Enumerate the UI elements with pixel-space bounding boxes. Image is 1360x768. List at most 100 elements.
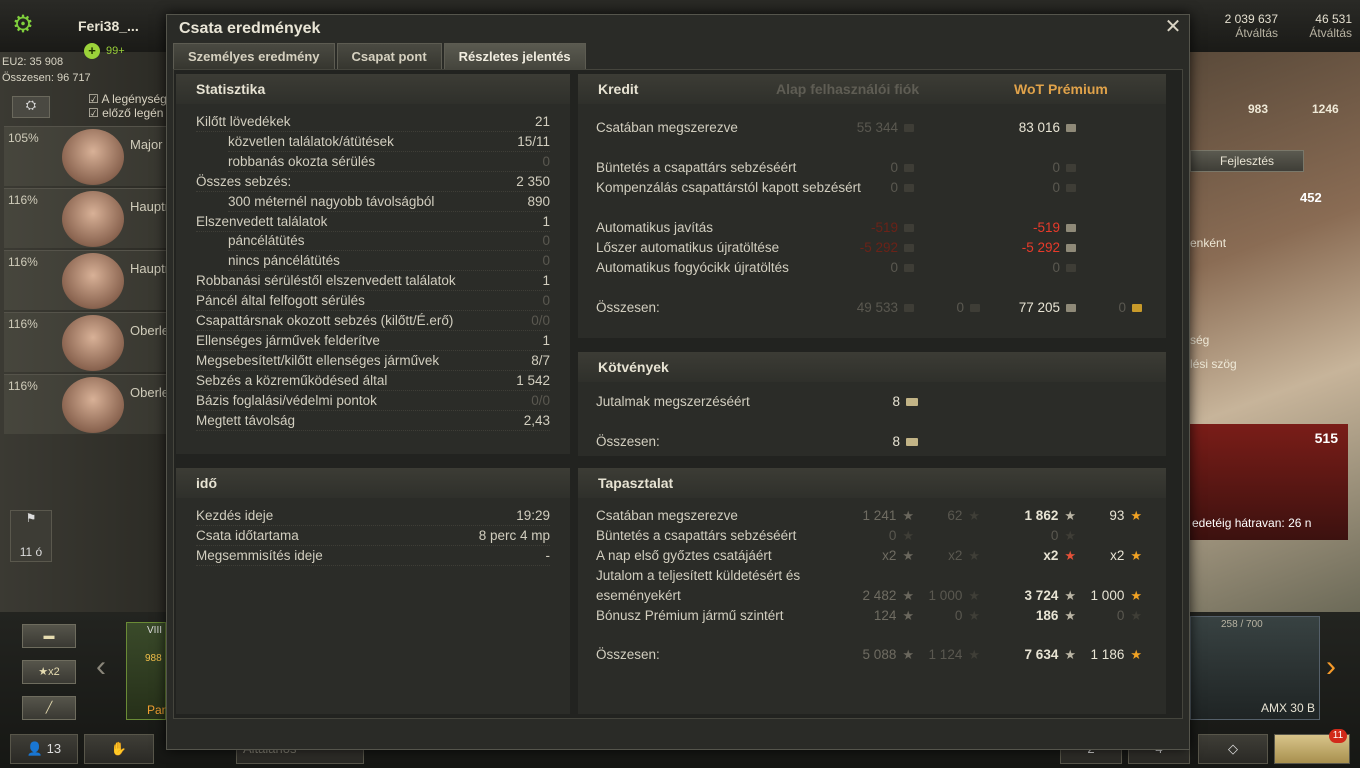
- crew-name: Oberle: [130, 323, 170, 338]
- exp-value: 1 000: [928, 588, 963, 603]
- tab-detailed[interactable]: Részletes jelentés: [443, 43, 586, 69]
- stat-label: Csapattársnak okozott sebzés (kilőtt/É.e…: [196, 313, 454, 328]
- exp-value: 3 724: [1024, 588, 1059, 603]
- diamond-button[interactable]: ◇: [1198, 734, 1268, 764]
- exp-b1: 1 241 ★: [863, 506, 914, 526]
- tank-filter-button[interactable]: ▬: [22, 624, 76, 648]
- statistics-panel: Statisztika Kilőtt lövedékek 21 közvetlen …: [176, 74, 570, 454]
- notifications-count: 11: [1329, 729, 1347, 743]
- x2-filter-button[interactable]: ★x2: [22, 660, 76, 684]
- credit-premium-value: 0: [1052, 180, 1060, 195]
- exp-label: Bónusz Prémium jármű szintért: [596, 608, 784, 623]
- stat-row: Robbanási sérüléstől elszenvedett talála…: [196, 271, 550, 292]
- gold-display[interactable]: 46 531 Átváltás: [1288, 12, 1352, 40]
- carousel-right-icon[interactable]: ›: [1326, 650, 1336, 684]
- scene-text-1: enként: [1190, 236, 1227, 250]
- exp-p2: 0 ★: [1117, 606, 1142, 626]
- flag-button[interactable]: ⚑ 11 ó: [10, 510, 52, 562]
- exp-value: 1 186: [1090, 647, 1125, 662]
- exp-label: Összesen:: [596, 647, 660, 662]
- star-icon: ★: [1130, 548, 1142, 563]
- stat-row: Sebzés a közreműködésed által 1 542: [196, 371, 550, 391]
- crew-member[interactable]: 105% Major L: [4, 126, 173, 186]
- stat-row: Elszenvedett találatok 1: [196, 212, 550, 232]
- promo-panel[interactable]: 515 edetéig hátravan: 26 n: [1188, 424, 1348, 540]
- plus-icon[interactable]: +: [84, 43, 100, 59]
- crew-member[interactable]: 116% Oberle: [4, 312, 170, 372]
- stat-value: 0: [542, 293, 550, 309]
- crew-checkbox-1[interactable]: ☑ A legénység: [88, 92, 167, 106]
- crew-toggle-button[interactable]: ⛭: [12, 96, 50, 118]
- research-button[interactable]: Fejlesztés: [1190, 150, 1304, 172]
- crew-member[interactable]: 116% Hauptm: [4, 188, 176, 248]
- exp-p2: x2 ★: [1110, 546, 1142, 566]
- stat-value: 890: [527, 193, 550, 209]
- camo-filter-button[interactable]: ╱: [22, 696, 76, 720]
- tank-card-amx[interactable]: 258 / 700 AMX 30 B: [1190, 616, 1320, 720]
- star-icon: ★: [1064, 528, 1076, 543]
- credit-icon: [904, 304, 914, 313]
- player-name[interactable]: Feri38_...: [78, 18, 139, 34]
- credit-premium: 0: [1052, 158, 1076, 178]
- time-value: 8 perc 4 mp: [478, 528, 550, 543]
- crew-member[interactable]: 116% Oberle: [4, 374, 169, 434]
- crew-member[interactable]: 116% Hauptm: [4, 250, 176, 310]
- time-label: Csata időtartama: [196, 528, 299, 543]
- dialog-tabs: Személyes eredmény Csapat pont Részletes…: [173, 43, 586, 69]
- bond-icon: [906, 398, 918, 407]
- credits-display[interactable]: 2 039 637 Átváltás: [1200, 12, 1278, 40]
- bonds-amount: 8: [892, 394, 900, 409]
- stat-row: Páncél által felfogott sérülés 0: [196, 291, 550, 312]
- star-icon: ★: [1064, 588, 1076, 603]
- exp-label: A nap első győztes csatájáért: [596, 548, 772, 563]
- star-icon: ★: [968, 508, 980, 523]
- stat-row: közvetlen találatok/átütések 15/11: [228, 132, 550, 152]
- star-icon: ★: [1130, 608, 1142, 623]
- eu2-rating: EU2: 35 908: [2, 56, 64, 68]
- stat-value: 0: [542, 233, 550, 249]
- scene-value: 452: [1300, 190, 1322, 205]
- carousel-left-icon[interactable]: ‹: [96, 650, 106, 684]
- star-icon: ★: [1064, 608, 1076, 623]
- bonds-label: Összesen:: [596, 434, 660, 449]
- exp-p1: 1 862 ★: [1025, 506, 1076, 526]
- gold-exchange[interactable]: Átváltás: [1288, 26, 1352, 40]
- credit-basic-value: 0: [890, 180, 898, 195]
- star-icon: ★: [968, 647, 980, 662]
- tank-card[interactable]: VIII 988 Pan: [126, 622, 168, 720]
- stat-label: Összes sebzés:: [196, 173, 292, 189]
- credit-panel: Kredit Alap felhasználói fiók WoT Prémiu…: [578, 74, 1166, 338]
- credit-basic-value: -5 292: [859, 240, 898, 255]
- notifications-button[interactable]: 11: [1274, 729, 1350, 764]
- credit-icon: [904, 224, 914, 233]
- crew-checkbox-2[interactable]: ☑ előző legén: [88, 106, 163, 120]
- stat-label: Robbanási sérüléstől elszenvedett talála…: [196, 273, 456, 289]
- gear-icon[interactable]: ⚙: [10, 12, 36, 38]
- promo-timer: edetéig hátravan: 26 n: [1192, 516, 1312, 530]
- stat-value: 1: [542, 273, 550, 289]
- exp-value: 93: [1109, 508, 1125, 523]
- exp-value: 0: [954, 608, 963, 623]
- credits-exchange[interactable]: Átváltás: [1200, 26, 1278, 40]
- stat-label: robbanás okozta sérülés: [228, 153, 376, 169]
- credit-premium: 77 205: [1019, 298, 1076, 318]
- stat-label: Bázis foglalási/védelmi pontok: [196, 392, 377, 408]
- crew-portrait: [62, 191, 124, 247]
- stat-value: 1: [542, 332, 550, 348]
- tab-team[interactable]: Csapat pont: [336, 43, 442, 69]
- handshake-button[interactable]: ✋: [84, 734, 154, 764]
- star-icon: ★: [902, 588, 914, 603]
- crew-pct: 116%: [8, 379, 38, 393]
- dialog-title: Csata eredmények: [179, 20, 321, 37]
- tab-personal[interactable]: Személyes eredmény: [173, 43, 335, 69]
- credit-basic-value: -519: [870, 220, 898, 235]
- stat-row: Csapattársnak okozott sebzés (kilőtt/É.e…: [196, 311, 550, 331]
- friends-button[interactable]: 👤 13: [10, 734, 78, 764]
- star-icon: ★: [902, 608, 914, 623]
- close-icon[interactable]: ✕: [1163, 17, 1183, 37]
- flag-count: 11 ó: [19, 545, 43, 559]
- gold-value: 46 531: [1315, 12, 1352, 26]
- exp-label: Jutalom a teljesített küldetésért és: [596, 568, 801, 583]
- star-icon: ★: [968, 588, 980, 603]
- stat-label: páncélátütés: [228, 233, 305, 249]
